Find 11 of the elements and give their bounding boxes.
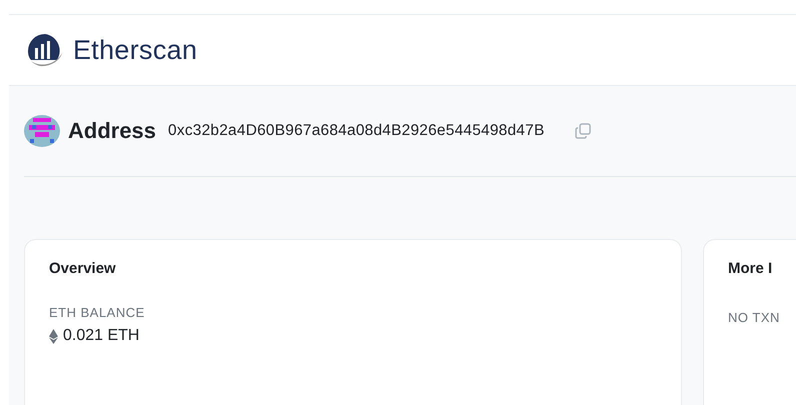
logo-text[interactable]: Etherscan [73,34,198,66]
field-label: ETH BALANCE [49,305,146,320]
address-value: 0xc32b2a4D60B967a684a08d4B2926e5445498d47B [168,122,544,140]
balance-value: 0.021 ETH [63,327,140,345]
ethereum-icon [49,328,58,344]
card-title: More I [728,260,774,277]
copy-icon[interactable] [574,123,590,139]
field-label: NO TXN [728,310,781,325]
card-title: Overview [49,260,117,277]
address-heading: Address [68,118,156,144]
avatar-icon [24,115,60,147]
